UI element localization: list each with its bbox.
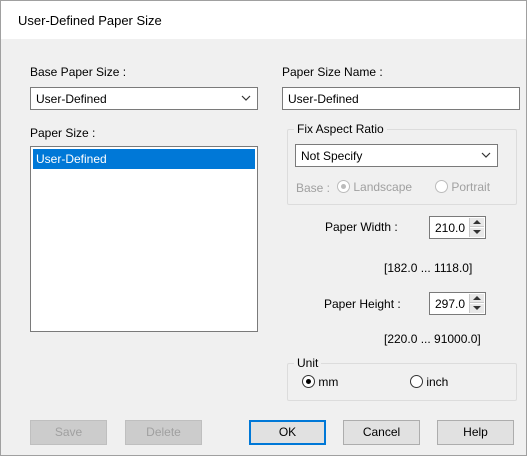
radio-unselected-icon	[410, 375, 423, 388]
base-paper-size-dropdown[interactable]: User-Defined	[30, 87, 258, 110]
spinner-arrows	[469, 294, 484, 313]
list-item[interactable]: User-Defined	[33, 149, 255, 169]
save-button[interactable]: Save	[30, 420, 107, 445]
help-button[interactable]: Help	[437, 420, 514, 445]
paper-width-spinner[interactable]: 210.0	[429, 216, 486, 239]
unit-mm-radio[interactable]: mm	[302, 375, 338, 389]
decrement-arrow-icon[interactable]	[470, 228, 484, 237]
portrait-label: Portrait	[451, 180, 491, 194]
paper-size-dialog: User-Defined Paper Size Base Paper Size …	[0, 0, 527, 456]
cancel-button[interactable]: Cancel	[343, 420, 420, 445]
spinner-arrows	[469, 218, 484, 237]
radio-unselected-icon	[435, 180, 448, 193]
base-paper-size-value: User-Defined	[36, 92, 107, 106]
chevron-down-icon	[481, 152, 491, 158]
landscape-label: Landscape	[353, 180, 413, 194]
landscape-radio[interactable]: Landscape	[337, 180, 412, 194]
paper-height-label: Paper Height :	[324, 297, 401, 311]
paper-width-range: [182.0 ... 1118.0]	[384, 261, 473, 275]
unit-mm-label: mm	[318, 375, 339, 389]
chevron-down-icon	[241, 95, 251, 101]
paper-size-name-value: User-Defined	[288, 92, 359, 106]
portrait-radio[interactable]: Portrait	[435, 180, 490, 194]
paper-size-label: Paper Size :	[30, 126, 96, 140]
paper-size-name-input[interactable]: User-Defined	[282, 87, 520, 110]
radio-selected-icon	[337, 180, 350, 193]
decrement-arrow-icon[interactable]	[470, 304, 484, 313]
unit-title: Unit	[294, 356, 322, 370]
increment-arrow-icon[interactable]	[470, 294, 484, 303]
base-orientation-label: Base :	[296, 181, 331, 195]
fix-aspect-ratio-title: Fix Aspect Ratio	[294, 122, 387, 136]
aspect-ratio-value: Not Specify	[301, 149, 363, 163]
delete-button[interactable]: Delete	[125, 420, 202, 445]
increment-arrow-icon[interactable]	[470, 218, 484, 227]
paper-height-value: 297.0	[435, 297, 466, 311]
paper-size-name-label: Paper Size Name :	[282, 65, 383, 79]
dialog-title: User-Defined Paper Size	[18, 13, 162, 28]
unit-inch-radio[interactable]: inch	[410, 375, 448, 389]
paper-width-label: Paper Width :	[325, 220, 398, 234]
title-bar[interactable]: User-Defined Paper Size	[1, 1, 526, 39]
paper-width-value: 210.0	[435, 221, 466, 235]
ok-button[interactable]: OK	[249, 420, 326, 445]
radio-selected-icon	[302, 375, 315, 388]
paper-height-range: [220.0 ... 91000.0]	[384, 332, 481, 346]
paper-height-spinner[interactable]: 297.0	[429, 292, 486, 315]
paper-size-list[interactable]: User-Defined	[30, 146, 258, 332]
base-paper-size-label: Base Paper Size :	[30, 65, 127, 79]
unit-inch-label: inch	[426, 375, 449, 389]
aspect-ratio-dropdown[interactable]: Not Specify	[295, 144, 498, 167]
